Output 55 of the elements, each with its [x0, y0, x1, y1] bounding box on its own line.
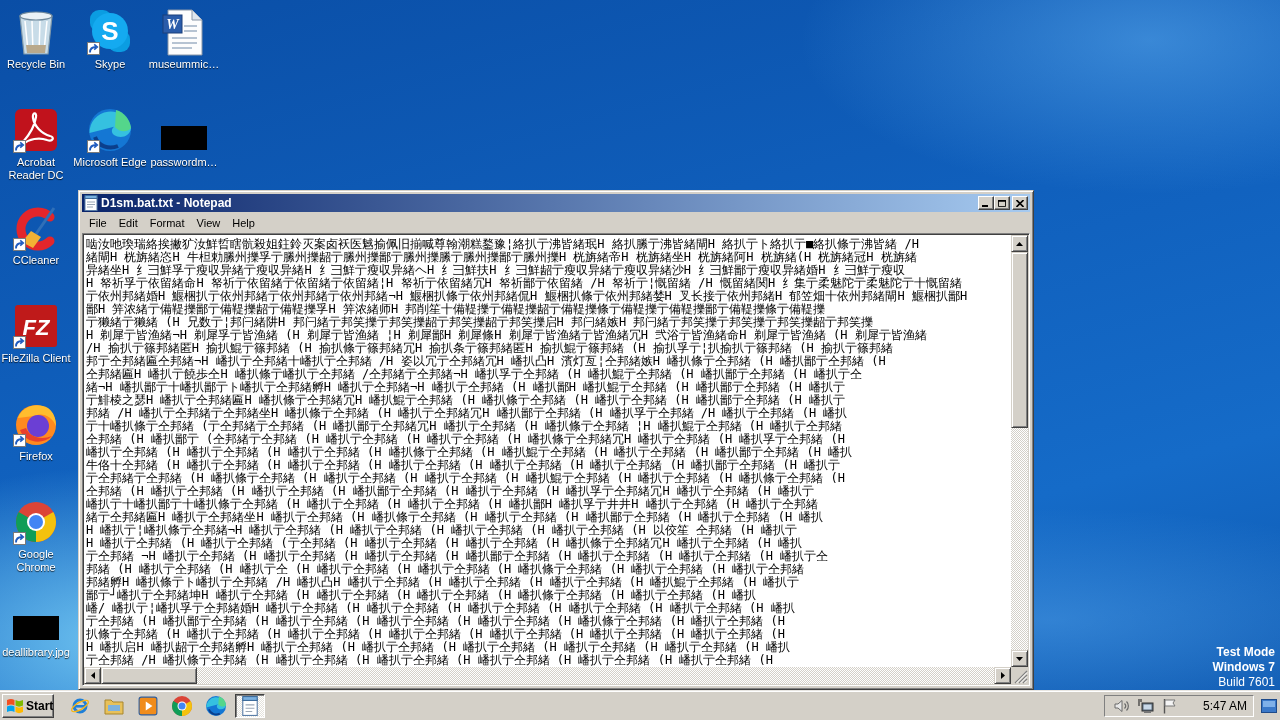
icon-label[interactable]: CCleaner	[12, 254, 60, 267]
scroll-up-button[interactable]	[1011, 235, 1028, 252]
system-notice-text: Build 7601	[1218, 675, 1275, 690]
icon-label[interactable]: FileZilla Client	[1, 352, 71, 365]
triangle-right-icon	[1000, 672, 1005, 679]
swirl-tile-icon[interactable]	[12, 106, 60, 154]
scroll-right-button[interactable]	[994, 667, 1011, 684]
segmented-circle-icon	[172, 695, 192, 716]
triangle-left-icon	[90, 672, 95, 679]
close-icon	[1016, 199, 1024, 207]
window-title: D1sm.bat.txt - Notepad	[101, 195, 232, 211]
notepad-icon	[240, 695, 260, 716]
maximize-icon	[998, 199, 1006, 207]
minimize-button[interactable]	[978, 196, 994, 210]
horizontal-scrollbar[interactable]	[84, 667, 1011, 684]
icon-label[interactable]: Firefox	[19, 450, 53, 463]
speaker-icon[interactable]	[1113, 697, 1130, 714]
scrollbar-thumb[interactable]	[101, 667, 197, 684]
close-button[interactable]	[1012, 196, 1028, 210]
notepad-icon	[84, 195, 98, 211]
menu-item[interactable]: Help	[226, 213, 261, 232]
scrollbar-thumb[interactable]	[1011, 252, 1028, 428]
triangle-up-icon	[1016, 241, 1023, 246]
network-computer-icon[interactable]	[1137, 697, 1154, 714]
letter-tile-icon[interactable]: FZ	[12, 302, 60, 350]
start-button[interactable]: Start	[2, 693, 54, 718]
vertical-scrollbar[interactable]	[1011, 235, 1028, 667]
icon-label[interactable]: Acrobat Reader DC	[0, 156, 73, 182]
wave-circle-icon[interactable]	[86, 106, 134, 154]
icon-label[interactable]: Skype	[94, 58, 126, 71]
clock-time[interactable]: 5:47 AM	[1202, 698, 1247, 713]
show-desktop-icon[interactable]	[1261, 698, 1277, 713]
image-thumbnail[interactable]	[13, 616, 59, 640]
triangle-down-icon	[1016, 656, 1023, 661]
maximize-button[interactable]	[994, 196, 1010, 210]
play-tile-icon	[138, 695, 158, 716]
wave-circle-icon	[206, 695, 226, 716]
menu-item[interactable]: Format	[143, 213, 191, 232]
icon-label[interactable]: Microsoft Edge	[73, 156, 147, 169]
menu-item[interactable]: File	[83, 213, 113, 232]
system-notice-text: Windows 7	[1212, 660, 1275, 675]
taskbar-app-button[interactable]	[235, 693, 265, 718]
scroll-left-button[interactable]	[84, 667, 101, 684]
system-notice-text: Test Mode	[1216, 645, 1275, 660]
resize-grip-icon[interactable]	[1011, 667, 1028, 684]
menu-item[interactable]: View	[190, 213, 227, 232]
icon-label[interactable]: passwordm…	[150, 156, 218, 169]
icon-label[interactable]: Recycle Bin	[6, 58, 66, 71]
four-pane-flag-icon	[6, 697, 24, 714]
icon-label[interactable]: museummic…	[148, 58, 220, 71]
menu-item[interactable]: Edit	[112, 213, 144, 232]
scroll-down-button[interactable]	[1011, 650, 1028, 667]
image-thumbnail[interactable]	[161, 126, 207, 150]
flag-icon[interactable]	[1161, 697, 1178, 714]
icon-label[interactable]: Google Chrome	[0, 548, 73, 574]
